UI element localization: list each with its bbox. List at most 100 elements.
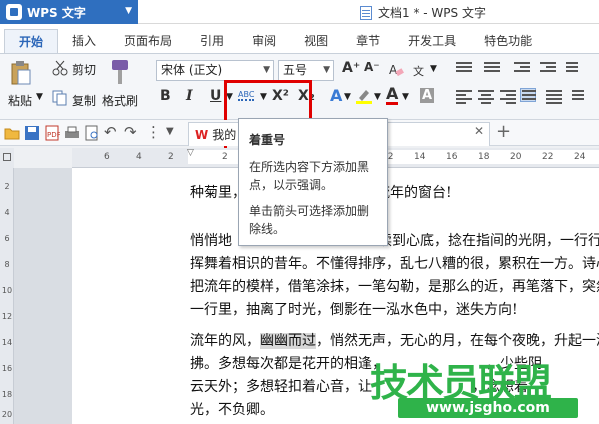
watermark: 技术员联盟 www.jsgho.com <box>370 352 599 424</box>
paragraph-2-line-3[interactable]: 把流年的模样，借笔涂抹，一笔勾勒，是那么的近，再笔落下，突然 <box>190 276 599 299</box>
vertical-ruler[interactable]: 2 4 6 8 10 12 14 16 18 20 <box>0 168 14 424</box>
align-right-icon[interactable] <box>500 90 516 104</box>
paste-dropdown-icon[interactable]: ▼ <box>36 92 43 102</box>
font-color-button[interactable]: A <box>386 86 399 105</box>
tab-page-layout[interactable]: 页面布局 <box>110 29 186 53</box>
chevron-down-icon[interactable]: ▼ <box>402 92 409 102</box>
ruler-tick: 12 <box>1 312 13 321</box>
ruler-tick: 8 <box>4 260 10 269</box>
copy-button[interactable]: 复制 <box>72 92 96 109</box>
print-preview-icon[interactable] <box>84 125 100 141</box>
tab-special[interactable]: 特色功能 <box>470 29 546 53</box>
ruler-tick: 22 <box>542 152 554 162</box>
tab-view[interactable]: 视图 <box>290 29 342 53</box>
ruler-tick: 2 <box>222 152 228 162</box>
clear-format-icon[interactable]: A <box>388 62 404 78</box>
document-tab-label: 我的 <box>212 128 237 142</box>
tab-developer[interactable]: 开发工具 <box>394 29 470 53</box>
ruler-tick: 6 <box>4 234 10 243</box>
title-bar: WPS 文字 ▼ 文档1 * - WPS 文字 <box>0 0 599 24</box>
cut-button[interactable]: 剪切 <box>72 61 96 78</box>
app-menu-button[interactable]: WPS 文字 ▼ <box>0 0 138 24</box>
indent-increase-icon[interactable] <box>540 62 556 76</box>
redo-icon[interactable]: ↷ <box>124 123 137 141</box>
text-run: 云天外；多想轻扣着心音，让 <box>190 379 372 395</box>
format-painter-button[interactable]: 格式刷 <box>102 92 138 109</box>
tooltip-hint: 单击箭头可选择添加删除线。 <box>249 204 370 236</box>
close-icon[interactable]: ✕ <box>474 124 484 138</box>
shrink-font-button[interactable]: A⁻ <box>364 60 380 74</box>
ruler-tick: 20 <box>1 410 13 419</box>
underline-button[interactable]: U <box>210 88 221 104</box>
text-run: 悄悄地 <box>190 233 232 249</box>
app-name: WPS 文字 <box>27 5 86 20</box>
copy-icon[interactable] <box>52 90 68 106</box>
ruler-tick: 14 <box>414 152 426 162</box>
chevron-down-icon[interactable]: ▼ <box>166 126 174 137</box>
paragraph-2-line-2[interactable]: 挥舞着相识的昔年。不懂得排序，乱七八糟的很，累积在一方。诗心里 <box>190 253 599 276</box>
window-title-text: 文档1 * - WPS 文字 <box>378 6 486 20</box>
ruler-tick: 6 <box>104 152 110 162</box>
align-center-icon[interactable] <box>478 90 494 104</box>
print-icon[interactable] <box>64 125 80 141</box>
char-shading-button[interactable]: A <box>420 88 435 103</box>
ruler-tick: 10 <box>1 286 13 295</box>
chevron-down-icon: ▼ <box>125 6 132 16</box>
tab-section[interactable]: 章节 <box>342 29 394 53</box>
tooltip-description: 在所选内容下方添加黑点，以示强调。 <box>249 160 370 192</box>
sort-icon[interactable] <box>566 62 582 76</box>
paste-button[interactable]: 粘贴 <box>8 92 32 109</box>
tab-references[interactable]: 引用 <box>186 29 238 53</box>
wps-w-icon: W <box>195 127 209 142</box>
paragraph-3-line-1[interactable]: 流年的风，幽幽而过，悄然无声，无心的月，在每个夜晚，升起一泓 <box>190 330 599 353</box>
ruler-tick: 2 <box>4 182 10 191</box>
ruler-tick: 14 <box>1 338 13 347</box>
format-painter-icon[interactable] <box>108 58 134 86</box>
align-left-icon[interactable] <box>456 90 472 104</box>
bullet-list-icon[interactable] <box>456 62 472 76</box>
paste-icon[interactable] <box>10 60 32 86</box>
save-icon[interactable] <box>24 125 40 141</box>
chevron-down-icon[interactable]: ▼ <box>374 92 381 102</box>
text-run: ，悄然无声，无心的月，在每个夜晚，升起一泓 <box>316 333 599 349</box>
open-folder-icon[interactable] <box>4 125 20 141</box>
phonetic-guide-icon[interactable]: 文 <box>412 62 428 78</box>
chevron-down-icon[interactable]: ▼ <box>430 64 437 74</box>
grow-font-button[interactable]: A⁺ <box>342 60 360 76</box>
wps-logo-icon <box>6 4 22 20</box>
justify-icon[interactable] <box>520 88 536 102</box>
paragraph-2-line-4[interactable]: 一行里，抽离了时光，倒影在一泓水色中，迷失方向! <box>190 299 518 322</box>
highlight-icon[interactable] <box>356 88 372 104</box>
numbered-list-icon[interactable] <box>484 62 500 76</box>
chevron-down-icon: ▼ <box>263 65 270 75</box>
tab-insert[interactable]: 插入 <box>58 29 110 53</box>
paragraph-3-line-4[interactable]: 光，不负卿。 <box>190 399 274 422</box>
more-actions-icon[interactable]: ⋮ <box>146 123 161 141</box>
ruler-corner[interactable] <box>0 148 14 168</box>
selected-text: 幽幽而过 <box>260 333 316 349</box>
export-pdf-icon[interactable]: PDF <box>44 125 60 141</box>
italic-button[interactable]: I <box>186 88 193 104</box>
new-tab-icon[interactable]: + <box>496 121 511 142</box>
distributed-align-icon[interactable] <box>546 90 562 104</box>
font-size-select[interactable]: 五号 ▼ <box>278 60 334 81</box>
undo-icon[interactable]: ↶ <box>104 123 117 141</box>
text-effect-button[interactable]: A <box>330 86 342 105</box>
scissors-icon[interactable] <box>52 60 68 76</box>
bold-button[interactable]: B <box>160 88 171 104</box>
tab-home[interactable]: 开始 <box>4 29 59 53</box>
ruler-tick: 16 <box>446 152 458 162</box>
font-name-select[interactable]: 宋体 (正文) ▼ <box>156 60 274 81</box>
line-spacing-icon[interactable] <box>572 90 588 104</box>
document-icon <box>360 5 372 20</box>
svg-text:A: A <box>389 63 398 77</box>
ruler-tick: 20 <box>510 152 522 162</box>
indent-marker-icon[interactable]: ▽ <box>187 148 194 158</box>
tab-review[interactable]: 审阅 <box>238 29 290 53</box>
indent-decrease-icon[interactable] <box>514 62 530 76</box>
window-title: 文档1 * - WPS 文字 <box>360 4 486 21</box>
ruler-tick: 2 <box>168 152 174 162</box>
chevron-down-icon[interactable]: ▼ <box>344 92 351 102</box>
font-size-value: 五号 <box>283 63 308 77</box>
tooltip-title: 着重号 <box>249 133 286 147</box>
